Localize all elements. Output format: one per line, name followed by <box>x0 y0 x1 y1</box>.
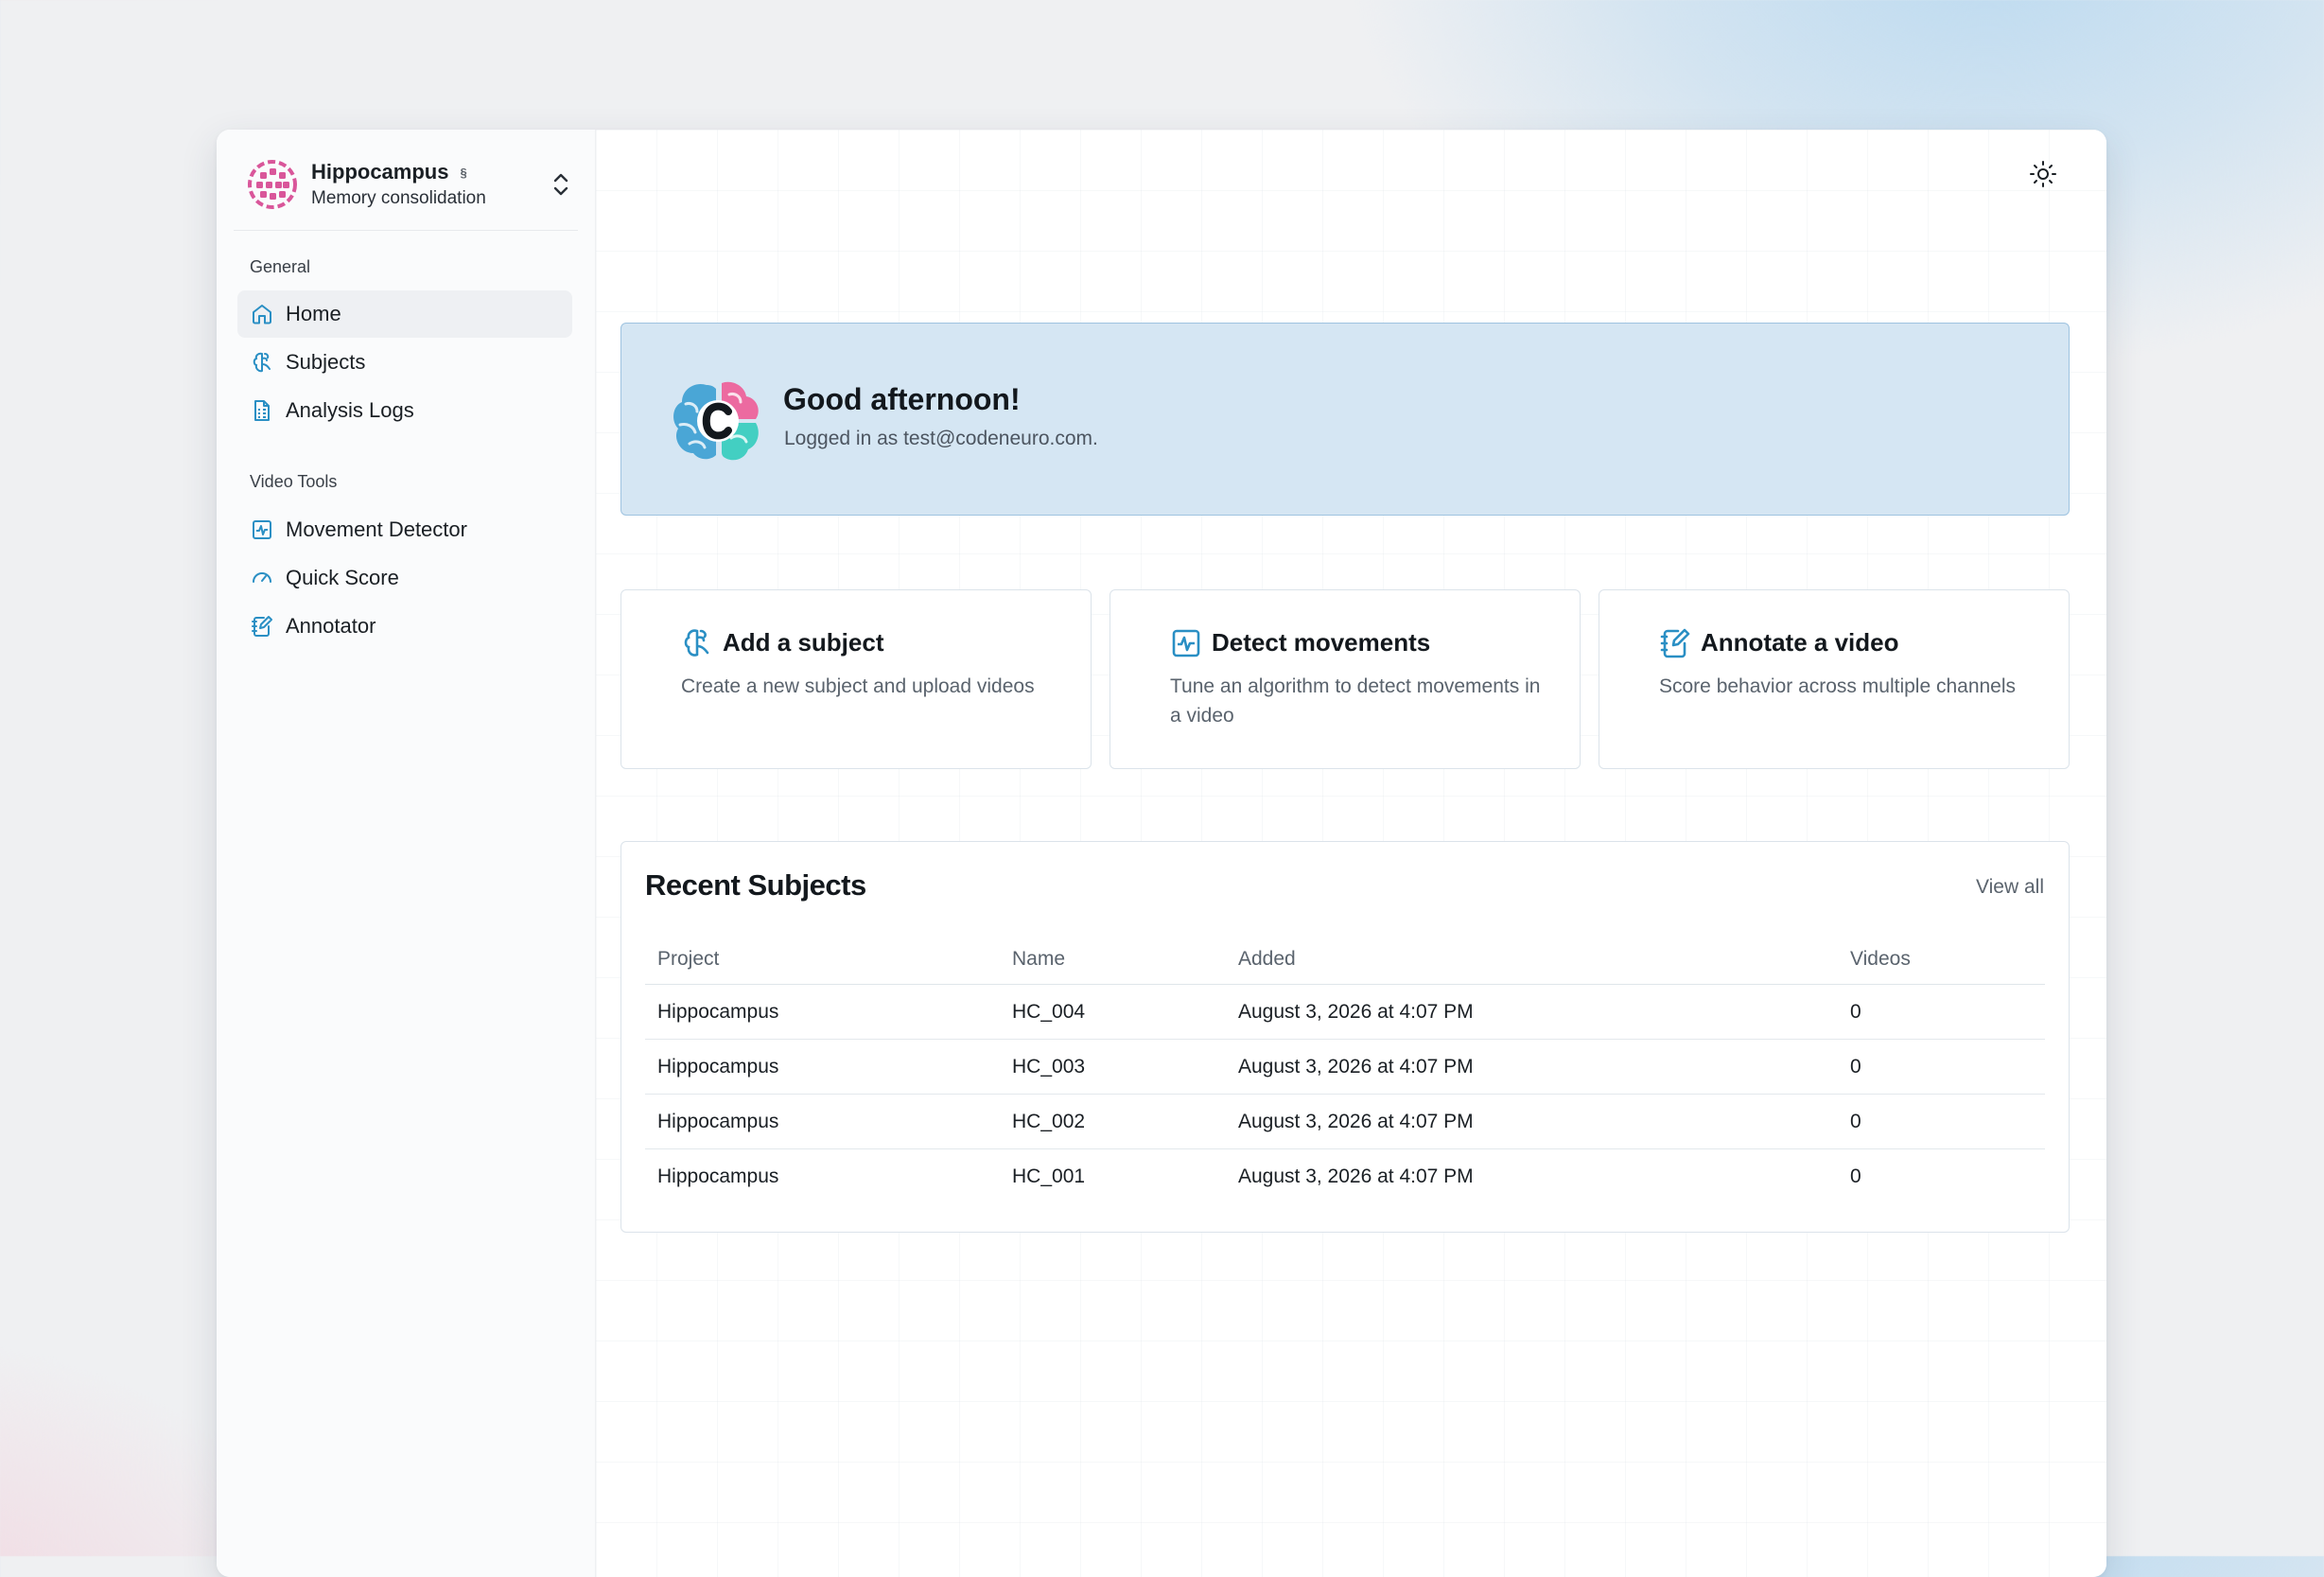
sidebar-item-quick-score[interactable]: Quick Score <box>237 554 572 602</box>
cell-name: HC_001 <box>1012 1165 1086 1187</box>
cell-added: August 3, 2026 at 4:07 PM <box>1238 1165 1474 1187</box>
add-subject-card[interactable]: Add a subject Create a new subject and u… <box>620 589 1092 769</box>
section-label-general: General <box>250 257 311 276</box>
sidebar-divider <box>234 230 578 231</box>
card-description: Tune an algorithm to detect movements in… <box>1170 675 1541 727</box>
project-logo-icon <box>248 160 297 209</box>
cell-name: HC_002 <box>1000 1094 1226 1149</box>
card-title: Detect movements <box>1212 628 1431 657</box>
sidebar-item-movement-detector[interactable]: Movement Detector <box>237 506 572 553</box>
card-description: Create a new subject and upload videos <box>681 675 1035 697</box>
home-icon <box>253 305 271 324</box>
project-switcher[interactable]: Hippocampus § Memory consolidation <box>247 156 580 213</box>
cell-videos: 0 <box>1838 1039 2045 1095</box>
brain-icon <box>684 629 709 657</box>
table-row[interactable]: Hippocampus HC_003 August 3, 2026 at 4:0… <box>645 1039 2045 1095</box>
table-row[interactable]: Hippocampus HC_002 August 3, 2026 at 4:0… <box>645 1094 2045 1149</box>
recent-subjects-table: Project Name Added Videos Hippocampus HC… <box>645 935 2045 1203</box>
codeneuro-logo-icon <box>673 381 759 461</box>
cell-added: August 3, 2026 at 4:07 PM <box>1226 1094 1838 1149</box>
activity-icon <box>253 520 271 539</box>
detect-movements-card[interactable]: Detect movements Tune an algorithm to de… <box>1110 589 1581 769</box>
notebook-pen-icon <box>252 616 272 637</box>
cell-project: Hippocampus <box>645 984 1000 1040</box>
app-window: Hippocampus § Memory consolidation Gener… <box>217 130 2106 1577</box>
section-label-video-tools: Video Tools <box>250 472 338 491</box>
sidebar-item-label: Movement Detector <box>286 517 467 541</box>
annotate-video-card[interactable]: Annotate a video Score behavior across m… <box>1599 589 2070 769</box>
cell-added: August 3, 2026 at 4:07 PM <box>1226 984 1838 1040</box>
sidebar-item-label: Annotator <box>286 614 376 638</box>
sidebar-item-analysis-logs[interactable]: Analysis Logs <box>237 387 572 434</box>
main-content: Good afternoon! Logged in as test@codene… <box>596 130 2106 1577</box>
activity-icon <box>1172 629 1200 657</box>
sidebar-item-subjects[interactable]: Subjects <box>237 339 572 386</box>
document-icon <box>254 400 270 421</box>
recent-subjects-title: Recent Subjects <box>645 868 866 902</box>
sidebar-item-home[interactable]: Home <box>237 290 572 338</box>
gauge-icon <box>253 572 271 583</box>
cell-videos: 0 <box>1838 984 2045 1040</box>
sidebar-item-label: Home <box>286 302 341 325</box>
project-subtitle: Memory consolidation <box>311 188 486 208</box>
chevron-up-down-icon[interactable] <box>548 169 574 200</box>
cell-project: Hippocampus <box>657 1165 779 1187</box>
project-name: Hippocampus <box>311 160 449 184</box>
table-row[interactable]: Hippocampus HC_004 August 3, 2026 at 4:0… <box>645 984 2045 1040</box>
recent-subjects-panel: Recent Subjects View all Project Name Ad… <box>620 841 2070 1233</box>
cell-name: HC_003 <box>1000 1039 1226 1095</box>
column-header-name: Name <box>1000 935 1226 985</box>
table-header-row: Project Name Added Videos <box>645 935 2045 985</box>
card-title: Annotate a video <box>1701 628 1899 657</box>
column-header-project: Project <box>645 935 1000 985</box>
cell-name: HC_004 <box>1000 984 1226 1040</box>
cell-project: Hippocampus <box>645 1039 1000 1095</box>
card-description: Score behavior across multiple channels <box>1659 675 2017 697</box>
sidebar-item-annotator[interactable]: Annotator <box>237 603 572 650</box>
cell-project: Hippocampus <box>645 1094 1000 1149</box>
sidebar-item-label: Quick Score <box>286 566 399 589</box>
welcome-banner: Good afternoon! Logged in as test@codene… <box>620 323 2070 516</box>
card-title: Add a subject <box>723 628 884 657</box>
sidebar-item-label: Analysis Logs <box>286 398 414 422</box>
column-header-videos: Videos <box>1838 935 2045 985</box>
sidebar: Hippocampus § Memory consolidation Gener… <box>217 130 596 1577</box>
table-row[interactable]: Hippocampus HC_001 August 3, 2026 at 4:0… <box>645 1149 2045 1204</box>
cell-added: August 3, 2026 at 4:07 PM <box>1226 1039 1838 1095</box>
cell-videos: 0 <box>1838 1094 2045 1149</box>
sun-icon[interactable] <box>2027 158 2059 190</box>
column-header-added: Added <box>1226 935 1838 985</box>
welcome-title: Good afternoon! <box>783 382 1021 416</box>
sidebar-item-label: Subjects <box>286 350 366 374</box>
brain-icon <box>253 352 271 373</box>
view-all-link[interactable]: View all <box>1976 876 2044 899</box>
cell-videos: 0 <box>1850 1165 1861 1187</box>
project-badge: § <box>460 165 467 180</box>
welcome-subtitle: Logged in as test@codeneuro.com. <box>784 428 1098 449</box>
notebook-pen-icon <box>1660 628 1690 658</box>
